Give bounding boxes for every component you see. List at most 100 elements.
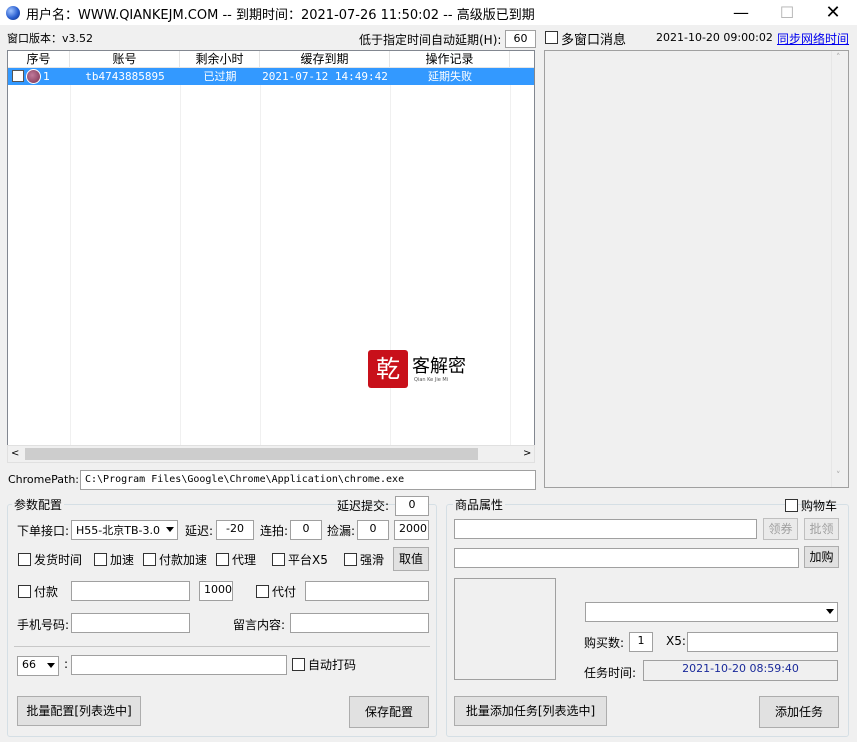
proxy-pay-checkbox[interactable] — [256, 585, 269, 598]
batch-coupon-button[interactable]: 批领 — [804, 518, 839, 540]
platform-x5-checkbox[interactable] — [272, 553, 285, 566]
ship-time-label: 发货时间 — [34, 553, 83, 567]
top-timestamp: 2021-10-20 09:00:02 — [656, 31, 773, 44]
auto-extend-input[interactable]: 60 — [505, 30, 536, 48]
pickup-label: 捡漏: — [327, 524, 356, 538]
params-divider — [14, 646, 430, 647]
product-image — [454, 578, 556, 680]
pay-accelerate-checkbox[interactable] — [143, 553, 156, 566]
combo-input[interactable]: 0 — [290, 520, 322, 540]
watermark-seal: 乾 — [368, 350, 408, 388]
close-button[interactable]: ✕ — [810, 0, 856, 25]
combo-label: 连拍: — [260, 524, 289, 538]
quantity-input[interactable]: 1 — [629, 632, 653, 652]
order-api-select[interactable]: H55-北京TB-3.0 — [71, 520, 178, 540]
multi-window-msg-checkbox[interactable] — [545, 31, 558, 44]
proxy-pay-label: 代付 — [272, 585, 297, 599]
coupon-button[interactable]: 领券 — [763, 518, 798, 540]
add-task-button[interactable]: 添加任务 — [759, 696, 839, 728]
pay-checkbox[interactable] — [18, 585, 31, 598]
col-account[interactable]: 账号 — [70, 51, 180, 68]
x5-input[interactable] — [687, 632, 838, 652]
proxy-checkbox[interactable] — [216, 553, 229, 566]
auto-captcha-checkbox[interactable] — [292, 658, 305, 671]
scroll-thumb[interactable] — [25, 448, 478, 460]
col-cache-expiry[interactable]: 缓存到期 — [260, 51, 390, 68]
pickup-input[interactable]: 0 — [357, 520, 389, 540]
accelerate-checkbox[interactable] — [94, 553, 107, 566]
batch-add-task-button[interactable]: 批量添加任务[列表选中] — [454, 696, 607, 726]
batch-config-button[interactable]: 批量配置[列表选中] — [17, 696, 141, 726]
sync-network-time-link[interactable]: 同步网络时间 — [777, 30, 849, 47]
auto-extend-label: 低于指定时间自动延期(H): — [359, 33, 502, 47]
task-time-field[interactable]: 2021-10-20 08:59:40 — [643, 660, 838, 681]
list-header: 序号 账号 剩余小时 缓存到期 操作记录 — [8, 51, 534, 68]
col-remaining[interactable]: 剩余小时 — [180, 51, 260, 68]
minimize-button[interactable]: — — [718, 0, 764, 25]
list-horizontal-scrollbar[interactable]: < > — [7, 445, 535, 463]
chevron-down-icon — [47, 663, 55, 668]
pay-amount-input[interactable]: 1000 — [199, 581, 233, 601]
cart-checkbox[interactable] — [785, 499, 798, 512]
status-dot-icon — [26, 69, 41, 84]
sku-select[interactable] — [585, 602, 838, 622]
product-group-title: 商品属性 — [453, 496, 506, 513]
version-label: 窗口版本：v3.52 — [7, 32, 94, 45]
col-log[interactable]: 操作记录 — [390, 51, 510, 68]
message-label: 留言内容: — [233, 618, 286, 632]
cell-remaining: 已过期 — [203, 70, 237, 83]
scroll-down-icon[interactable]: ˅ — [836, 471, 841, 481]
auto-captcha-label: 自动打码 — [308, 658, 357, 672]
force-label: 强滑 — [360, 553, 385, 567]
col-index[interactable]: 序号 — [8, 51, 70, 68]
phone-input[interactable] — [71, 613, 190, 633]
cart-label: 购物车 — [801, 499, 838, 513]
app-globe-icon — [6, 6, 20, 20]
pickup-extra-input[interactable]: 2000 — [394, 520, 429, 540]
fetch-value-button[interactable]: 取值 — [393, 547, 429, 571]
cell-log: 延期失败 — [428, 70, 472, 83]
params-group-title: 参数配置 — [12, 496, 65, 513]
x5-label: X5: — [666, 634, 686, 648]
order-api-value: H55-北京TB-3.0 — [76, 524, 160, 537]
chevron-down-icon — [166, 527, 174, 532]
watermark-logo: 乾 客解密 Qian Ke Jie Mi — [368, 350, 493, 390]
captcha-input[interactable] — [71, 655, 287, 675]
colon-label: : — [64, 657, 69, 671]
proxy-pay-input[interactable] — [305, 581, 429, 601]
quantity-label: 购买数: — [584, 636, 625, 650]
maximize-button[interactable]: ☐ — [764, 0, 810, 25]
watermark-text: 客解密 — [412, 356, 466, 377]
select-66[interactable]: 66 — [17, 656, 59, 676]
chrome-path-label: ChromePath: — [8, 473, 80, 486]
window-title: 用户名：WWW.QIANKEJM.COM -- 到期时间：2021-07-26 … — [26, 8, 535, 23]
scroll-left-icon[interactable]: < — [11, 448, 19, 459]
scroll-right-icon[interactable]: > — [523, 448, 531, 459]
ship-time-checkbox[interactable] — [18, 553, 31, 566]
pay-input[interactable] — [71, 581, 190, 601]
accelerate-label: 加速 — [110, 553, 135, 567]
save-config-button[interactable]: 保存配置 — [349, 696, 429, 728]
account-list[interactable]: 序号 账号 剩余小时 缓存到期 操作记录 1 tb4743885895 已过期 … — [7, 50, 535, 463]
message-vertical-scrollbar[interactable]: ˄ ˅ — [831, 51, 848, 487]
phone-label: 手机号码: — [17, 618, 70, 632]
delay-input[interactable]: -20 — [216, 520, 254, 540]
delay-label: 延迟: — [185, 524, 214, 538]
force-checkbox[interactable] — [344, 553, 357, 566]
col-extra — [510, 51, 534, 68]
message-panel — [544, 50, 849, 488]
chrome-path-input[interactable]: C:\Program Files\Google\Chrome\Applicati… — [80, 470, 536, 490]
delay-submit-input[interactable]: 0 — [395, 496, 429, 516]
row-checkbox[interactable] — [12, 70, 24, 82]
add-to-cart-button[interactable]: 加购 — [804, 546, 839, 568]
table-row[interactable]: 1 tb4743885895 已过期 2021-07-12 14:49:42 延… — [8, 68, 534, 85]
cell-account: tb4743885895 — [85, 70, 165, 83]
product-sku-input[interactable] — [454, 548, 799, 568]
platform-x5-label: 平台X5 — [288, 553, 328, 567]
scroll-up-icon[interactable]: ˄ — [836, 53, 841, 63]
delay-submit-label: 延迟提交: — [337, 499, 390, 513]
select-66-value: 66 — [22, 658, 36, 671]
product-url-input[interactable] — [454, 519, 757, 539]
message-input[interactable] — [290, 613, 429, 633]
proxy-label: 代理 — [232, 553, 257, 567]
